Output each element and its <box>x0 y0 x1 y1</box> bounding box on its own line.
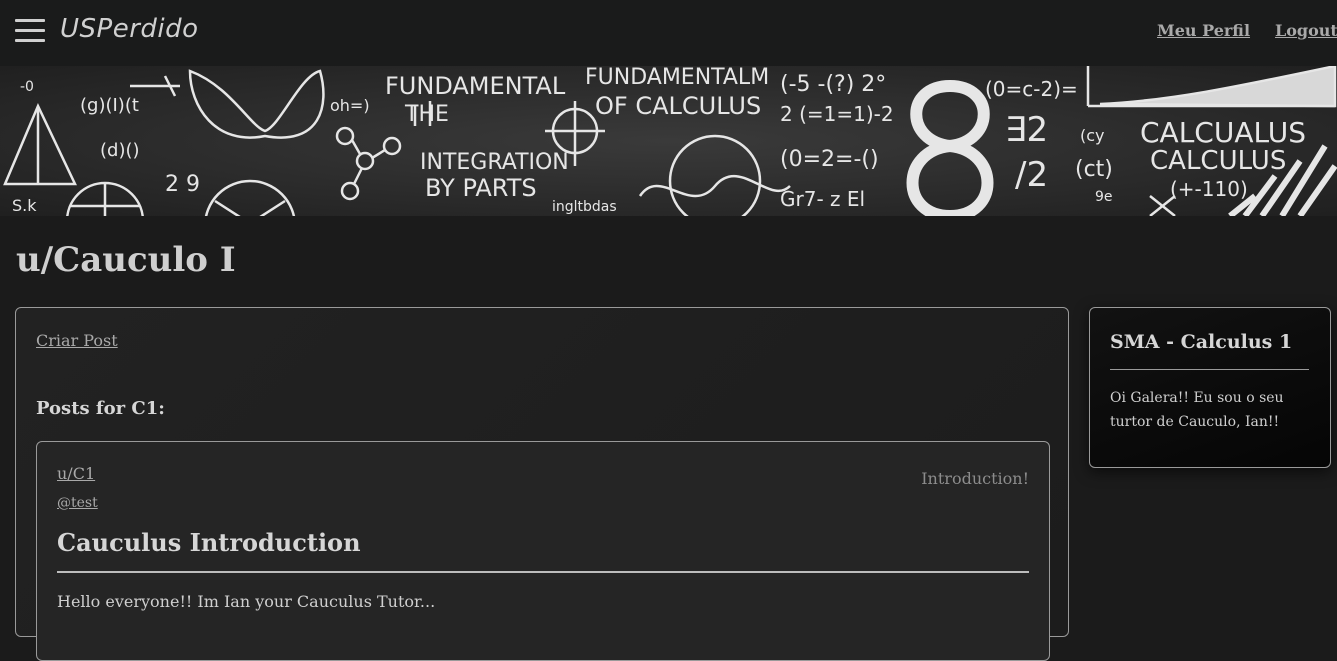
svg-text:FUNDAMENTALM: FUNDAMENTALM <box>585 66 769 90</box>
page-title: u/Cauculo I <box>16 240 236 280</box>
posts-heading: Posts for C1: <box>36 398 165 419</box>
hamburger-menu-icon[interactable] <box>15 19 45 43</box>
svg-text:INTEGRATION: INTEGRATION <box>420 150 569 175</box>
svg-text:9e: 9e <box>1095 189 1113 205</box>
svg-text:S.k: S.k <box>12 196 37 215</box>
svg-text:ingltbdas: ingltbdas <box>552 199 617 215</box>
svg-text:2 9: 2 9 <box>165 172 200 197</box>
svg-text:Gr7- z El: Gr7- z El <box>780 187 865 211</box>
svg-text:CALCUALUS: CALCUALUS <box>1140 116 1306 149</box>
svg-text:/2: /2 <box>1015 155 1048 195</box>
posts-panel: Criar Post Posts for C1: u/C1 @test Intr… <box>15 307 1069 661</box>
post-tag: Introduction! <box>921 469 1029 488</box>
svg-text:∃2: ∃2 <box>1005 110 1048 150</box>
brand-logo[interactable]: USPerdido <box>60 14 199 44</box>
svg-text:(+-110): (+-110) <box>1170 177 1248 201</box>
svg-text:-0: -0 <box>20 79 34 95</box>
post-divider <box>57 571 1029 573</box>
svg-text:BY PARTS: BY PARTS <box>425 174 537 202</box>
svg-text:(g)(I)(t: (g)(I)(t <box>80 95 139 116</box>
community-divider <box>1110 369 1309 370</box>
community-title: SMA - Calculus 1 <box>1110 331 1293 353</box>
create-post-link[interactable]: Criar Post <box>36 331 118 350</box>
profile-link[interactable]: Meu Perfil <box>1157 21 1250 40</box>
community-description: Oi Galera!! Eu sou o seu turtor de Caucu… <box>1110 390 1284 430</box>
chalkboard-banner-image: FUNDAMENTAL THE FUNDAMENTALM OF CALCULUS… <box>0 66 1337 216</box>
svg-text:oh=): oh=) <box>330 96 370 115</box>
banner-text: FUNDAMENTAL <box>385 72 566 100</box>
svg-text:THE: THE <box>404 102 449 127</box>
svg-text:(cy: (cy <box>1080 126 1105 145</box>
svg-text:CALCULUS: CALCULUS <box>1150 146 1286 176</box>
svg-text:OF CALCULUS: OF CALCULUS <box>595 92 761 120</box>
svg-text:(0=c-2)=: (0=c-2)= <box>985 77 1078 101</box>
svg-text:(-5 -(?) 2°: (-5 -(?) 2° <box>780 72 886 97</box>
top-navbar: USPerdido Meu Perfil Logout <box>0 0 1337 66</box>
post-card[interactable]: u/C1 @test Introduction! Cauculus Introd… <box>36 441 1050 661</box>
post-title[interactable]: Cauculus Introduction <box>57 528 361 557</box>
svg-text:2 (=1=1)-2: 2 (=1=1)-2 <box>780 102 894 126</box>
post-subforum-link[interactable]: u/C1 <box>57 464 95 483</box>
post-body: Hello everyone!! Im Ian your Cauculus Tu… <box>57 592 436 611</box>
svg-text:(0=2=-(): (0=2=-() <box>780 147 879 172</box>
logout-link[interactable]: Logout <box>1275 21 1337 40</box>
community-info-card: SMA - Calculus 1 Oi Galera!! Eu sou o se… <box>1089 307 1331 468</box>
post-author-link[interactable]: @test <box>57 495 98 511</box>
svg-text:(ct): (ct) <box>1075 157 1113 182</box>
svg-text:(d)(): (d)() <box>100 140 140 161</box>
